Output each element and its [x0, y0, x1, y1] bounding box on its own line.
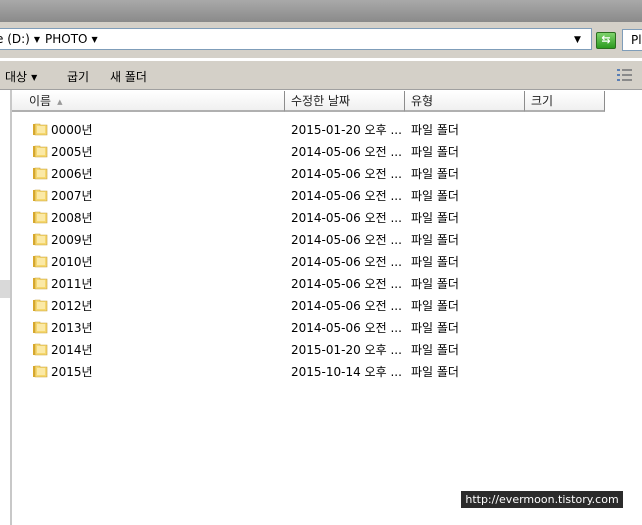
file-type: 파일 폴더: [411, 233, 459, 247]
search-input[interactable]: Pl: [622, 29, 642, 51]
file-date: 2014-05-06 오전 ...: [291, 321, 402, 335]
file-type: 파일 폴더: [411, 123, 459, 137]
file-name: 2015년: [51, 365, 93, 379]
file-name: 2010년: [51, 255, 93, 269]
column-header-type[interactable]: 유형: [405, 91, 525, 112]
breadcrumb-folder[interactable]: PHOTO ▼: [45, 32, 98, 46]
list-item[interactable]: 2013년 2014-05-06 오전 ... 파일 폴더: [12, 316, 642, 338]
list-item[interactable]: 2005년 2014-05-06 오전 ... 파일 폴더: [12, 140, 642, 162]
list-item[interactable]: 2012년 2014-05-06 오전 ... 파일 폴더: [12, 294, 642, 316]
list-item[interactable]: 2010년 2014-05-06 오전 ... 파일 폴더: [12, 250, 642, 272]
file-name: 2013년: [51, 321, 93, 335]
address-bar-row: e (D:)▼ PHOTO▼ ▼ ⇆ Pl: [0, 22, 642, 58]
list-item[interactable]: 2009년 2014-05-06 오전 ... 파일 폴더: [12, 228, 642, 250]
column-header: 이름 ▲ 수정한 날짜 유형 크기: [12, 91, 642, 113]
file-date: 2014-05-06 오전 ...: [291, 167, 402, 181]
refresh-go-icon[interactable]: ⇆: [596, 32, 616, 49]
file-date: 2014-05-06 오전 ...: [291, 255, 402, 269]
file-type: 파일 폴더: [411, 145, 459, 159]
folder-icon: [33, 123, 48, 136]
navigation-selected-item[interactable]: [0, 280, 10, 298]
file-name: 2006년: [51, 167, 93, 181]
file-name: 0000년: [51, 123, 93, 137]
file-date: 2014-05-06 오전 ...: [291, 277, 402, 291]
target-menu-button[interactable]: 대상 ▼: [5, 68, 37, 85]
watermark: http://evermoon.tistory.com: [461, 491, 623, 508]
folder-icon: [33, 233, 48, 246]
window-title-bar: [0, 0, 642, 22]
file-name: 2005년: [51, 145, 93, 159]
file-type: 파일 폴더: [411, 189, 459, 203]
folder-icon: [33, 277, 48, 290]
list-item[interactable]: 0000년 2015-01-20 오후 ... 파일 폴더: [12, 118, 642, 140]
file-name: 2009년: [51, 233, 93, 247]
folder-icon: [33, 321, 48, 334]
view-options-icon[interactable]: [617, 68, 633, 82]
file-date: 2015-01-20 오후 ...: [291, 343, 402, 357]
file-date: 2014-05-06 오전 ...: [291, 299, 402, 313]
file-name: 2014년: [51, 343, 93, 357]
file-type: 파일 폴더: [411, 321, 459, 335]
list-item[interactable]: 2006년 2014-05-06 오전 ... 파일 폴더: [12, 162, 642, 184]
file-date: 2014-05-06 오전 ...: [291, 145, 402, 159]
file-date: 2014-05-06 오전 ...: [291, 233, 402, 247]
list-item[interactable]: 2015년 2015-10-14 오후 ... 파일 폴더: [12, 360, 642, 382]
file-date: 2015-01-20 오후 ...: [291, 123, 402, 137]
file-type: 파일 폴더: [411, 365, 459, 379]
folder-icon: [33, 145, 48, 158]
chevron-down-icon[interactable]: ▼: [91, 35, 97, 44]
folder-icon: [33, 167, 48, 180]
file-type: 파일 폴더: [411, 343, 459, 357]
list-item[interactable]: 2011년 2014-05-06 오전 ... 파일 폴더: [12, 272, 642, 294]
sort-ascending-icon: ▲: [57, 98, 63, 106]
burn-button[interactable]: 굽기: [67, 68, 89, 85]
folder-icon: [33, 211, 48, 224]
address-bar[interactable]: e (D:)▼ PHOTO▼ ▼: [0, 28, 592, 50]
file-name: 2008년: [51, 211, 93, 225]
column-header-name[interactable]: 이름 ▲: [12, 91, 285, 112]
file-type: 파일 폴더: [411, 167, 459, 181]
column-header-size[interactable]: 크기: [525, 91, 605, 112]
chevron-down-icon: ▼: [31, 73, 38, 82]
file-name: 2011년: [51, 277, 93, 291]
navigation-pane[interactable]: [0, 90, 12, 525]
folder-icon: [33, 299, 48, 312]
file-date: 2014-05-06 오전 ...: [291, 189, 402, 203]
file-type: 파일 폴더: [411, 255, 459, 269]
folder-icon: [33, 365, 48, 378]
file-date: 2014-05-06 오전 ...: [291, 211, 402, 225]
address-history-dropdown-icon[interactable]: ▼: [574, 35, 581, 45]
command-toolbar: 대상 ▼ 굽기 새 폴더: [0, 60, 642, 90]
file-list: 0000년 2015-01-20 오후 ... 파일 폴더 2005년 2014…: [12, 118, 642, 382]
list-item[interactable]: 2007년 2014-05-06 오전 ... 파일 폴더: [12, 184, 642, 206]
chevron-down-icon[interactable]: ▼: [34, 35, 40, 44]
folder-icon: [33, 343, 48, 356]
file-date: 2015-10-14 오후 ...: [291, 365, 402, 379]
file-type: 파일 폴더: [411, 277, 459, 291]
file-name: 2012년: [51, 299, 93, 313]
list-item[interactable]: 2014년 2015-01-20 오후 ... 파일 폴더: [12, 338, 642, 360]
file-type: 파일 폴더: [411, 299, 459, 313]
file-name: 2007년: [51, 189, 93, 203]
column-header-date[interactable]: 수정한 날짜: [285, 91, 405, 112]
new-folder-button[interactable]: 새 폴더: [110, 68, 147, 85]
folder-icon: [33, 255, 48, 268]
list-item[interactable]: 2008년 2014-05-06 오전 ... 파일 폴더: [12, 206, 642, 228]
folder-icon: [33, 189, 48, 202]
breadcrumb-drive[interactable]: e (D:)▼: [0, 32, 40, 46]
file-type: 파일 폴더: [411, 211, 459, 225]
